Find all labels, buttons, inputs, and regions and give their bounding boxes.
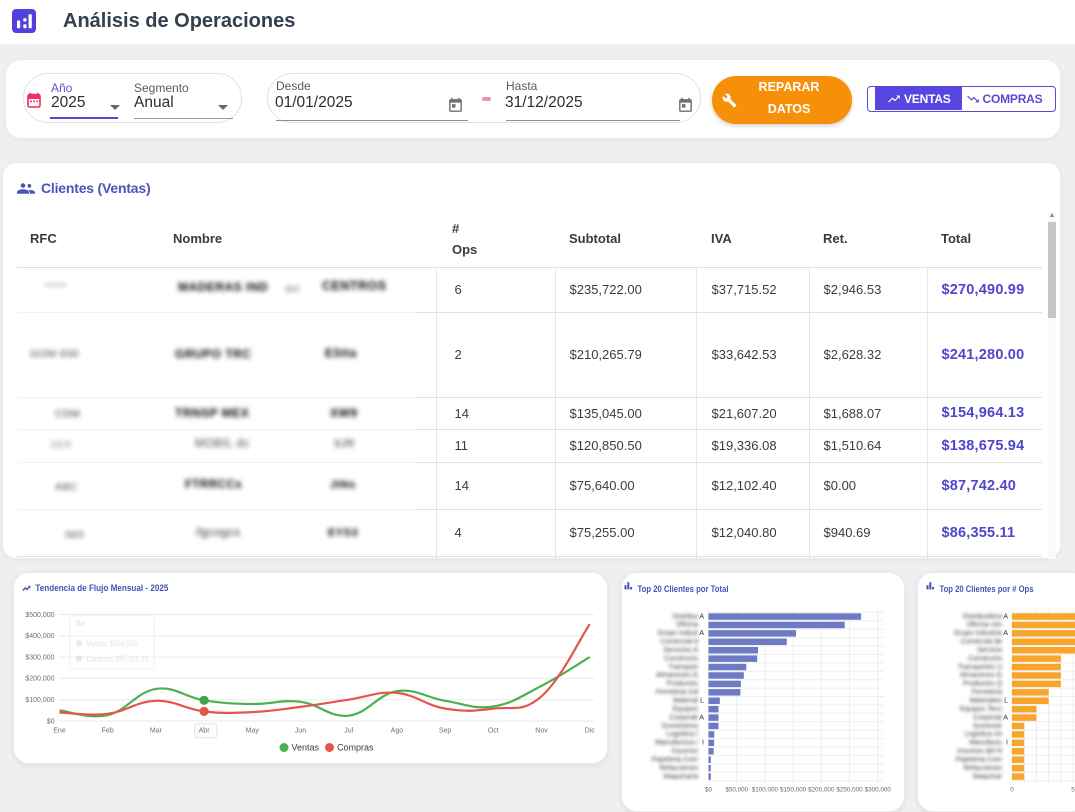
svg-text:Papeleria Com: Papeleria Com — [652, 756, 698, 763]
svg-text:Top 20 Clientes por Total: Top 20 Clientes por Total — [638, 584, 729, 595]
svg-text:$500,000: $500,000 — [25, 612, 54, 619]
svg-text:$100,000: $100,000 — [752, 787, 779, 794]
svg-text:Distribuidora: Distribuidora — [963, 613, 1002, 620]
svg-text:Sep: Sep — [439, 727, 452, 734]
svg-text:Transportes U: Transportes U — [958, 664, 1002, 671]
svg-text:Manufactura I: Manufactura I — [655, 740, 698, 747]
svg-text:Jul: Jul — [344, 727, 353, 734]
svg-text:Material: Material — [673, 698, 698, 705]
svg-text:Oct: Oct — [488, 727, 499, 734]
svg-text:L: L — [1004, 698, 1008, 705]
svg-text:Jun: Jun — [295, 727, 306, 734]
svg-text:Grupo Indust: Grupo Indust — [658, 630, 699, 637]
svg-text:Oficina: Oficina — [676, 622, 698, 629]
svg-text:$400,000: $400,000 — [25, 633, 54, 640]
svg-text:$0: $0 — [705, 787, 713, 794]
svg-text:L: L — [700, 698, 704, 705]
svg-text:Ferreteria Ind: Ferreteria Ind — [656, 689, 698, 696]
svg-text:Tendencia de Flujo Mensual - 2: Tendencia de Flujo Mensual - 2025 — [35, 583, 169, 594]
svg-text:I: I — [702, 740, 704, 747]
svg-text:Ventas: $150,500: Ventas: $150,500 — [87, 639, 138, 648]
svg-text:$200,000: $200,000 — [25, 676, 54, 683]
svg-text:Dic: Dic — [585, 727, 596, 734]
svg-text:$150,000: $150,000 — [780, 787, 807, 794]
svg-text:Transport: Transport — [668, 664, 698, 671]
svg-text:Ene: Ene — [53, 727, 66, 734]
svg-text:A: A — [1003, 630, 1008, 637]
svg-text:Top 20 Clientes por # Ops: Top 20 Clientes por # Ops — [940, 584, 1034, 595]
svg-text:0: 0 — [1010, 787, 1014, 794]
svg-text:Productos Q: Productos Q — [963, 681, 1002, 688]
svg-text:Feb: Feb — [102, 727, 114, 734]
svg-text:I: I — [1006, 740, 1008, 747]
svg-text:Constructo: Constructo — [968, 655, 1002, 662]
svg-text:Materiales: Materiales — [970, 698, 1003, 705]
svg-text:May: May — [246, 727, 260, 734]
svg-text:Productos: Productos — [666, 681, 698, 688]
svg-text:Almacenes G: Almacenes G — [656, 672, 698, 679]
svg-text:Mar: Mar — [76, 619, 86, 628]
svg-text:$100,000: $100,000 — [25, 697, 54, 704]
svg-text:A: A — [699, 613, 704, 620]
svg-text:Equipos Tecn: Equipos Tecn — [960, 706, 1002, 713]
svg-text:Manufactu: Manufactu — [969, 740, 1002, 747]
svg-text:Servicios A: Servicios A — [663, 647, 698, 654]
svg-text:Distribui: Distribui — [673, 613, 699, 620]
svg-text:Suministros: Suministros — [661, 723, 698, 730]
svg-text:$0: $0 — [47, 718, 55, 725]
svg-text:Ventas: Ventas — [292, 743, 320, 753]
svg-text:Servicio: Servicio — [977, 647, 1002, 654]
svg-text:Corporati: Corporati — [973, 714, 1002, 721]
svg-text:Corporati: Corporati — [669, 714, 698, 721]
svg-text:$200,000: $200,000 — [808, 787, 835, 794]
svg-text:A: A — [1003, 714, 1008, 721]
svg-text:Insumos: Insumos — [672, 748, 699, 755]
svg-text:Comercial d: Comercial d — [661, 639, 698, 646]
svg-text:Logistica I: Logistica I — [666, 731, 698, 738]
svg-text:Abr: Abr — [199, 727, 211, 734]
svg-text:Refacciones: Refacciones — [659, 765, 698, 772]
svg-text:Insumos del N: Insumos del N — [957, 748, 1002, 755]
svg-text:Mar: Mar — [150, 727, 163, 734]
svg-text:A: A — [699, 630, 704, 637]
svg-text:5: 5 — [1071, 787, 1075, 794]
svg-text:$50,000: $50,000 — [725, 787, 748, 794]
svg-text:Oficina cen: Oficina cen — [967, 622, 1002, 629]
svg-text:Ferreteria: Ferreteria — [972, 689, 1002, 696]
svg-text:Maquinaria: Maquinaria — [663, 773, 698, 780]
svg-text:Compras: $95,021.33: Compras: $95,021.33 — [87, 654, 149, 663]
svg-text:Maquinar: Maquinar — [973, 773, 1003, 780]
svg-text:A: A — [699, 714, 704, 721]
svg-text:Suministr: Suministr — [973, 723, 1003, 730]
svg-text:$300,000: $300,000 — [865, 787, 892, 794]
svg-text:Equipos: Equipos — [673, 706, 699, 713]
svg-text:Refacciones: Refacciones — [963, 765, 1002, 772]
svg-text:Logistica Int: Logistica Int — [965, 731, 1002, 738]
svg-text:Comercial de: Comercial de — [961, 639, 1002, 646]
svg-text:Nov: Nov — [535, 727, 548, 734]
svg-text:Constructo: Constructo — [664, 655, 698, 662]
svg-text:Compras: Compras — [337, 743, 374, 753]
svg-text:$250,000: $250,000 — [836, 787, 863, 794]
svg-text:Ago: Ago — [391, 727, 404, 734]
svg-text:A: A — [1003, 613, 1008, 620]
svg-text:Papeleria Com: Papeleria Com — [956, 756, 1002, 763]
svg-text:$300,000: $300,000 — [25, 654, 54, 661]
svg-text:Grupo Industria: Grupo Industria — [954, 630, 1002, 637]
svg-text:Almacenes G: Almacenes G — [960, 672, 1002, 679]
